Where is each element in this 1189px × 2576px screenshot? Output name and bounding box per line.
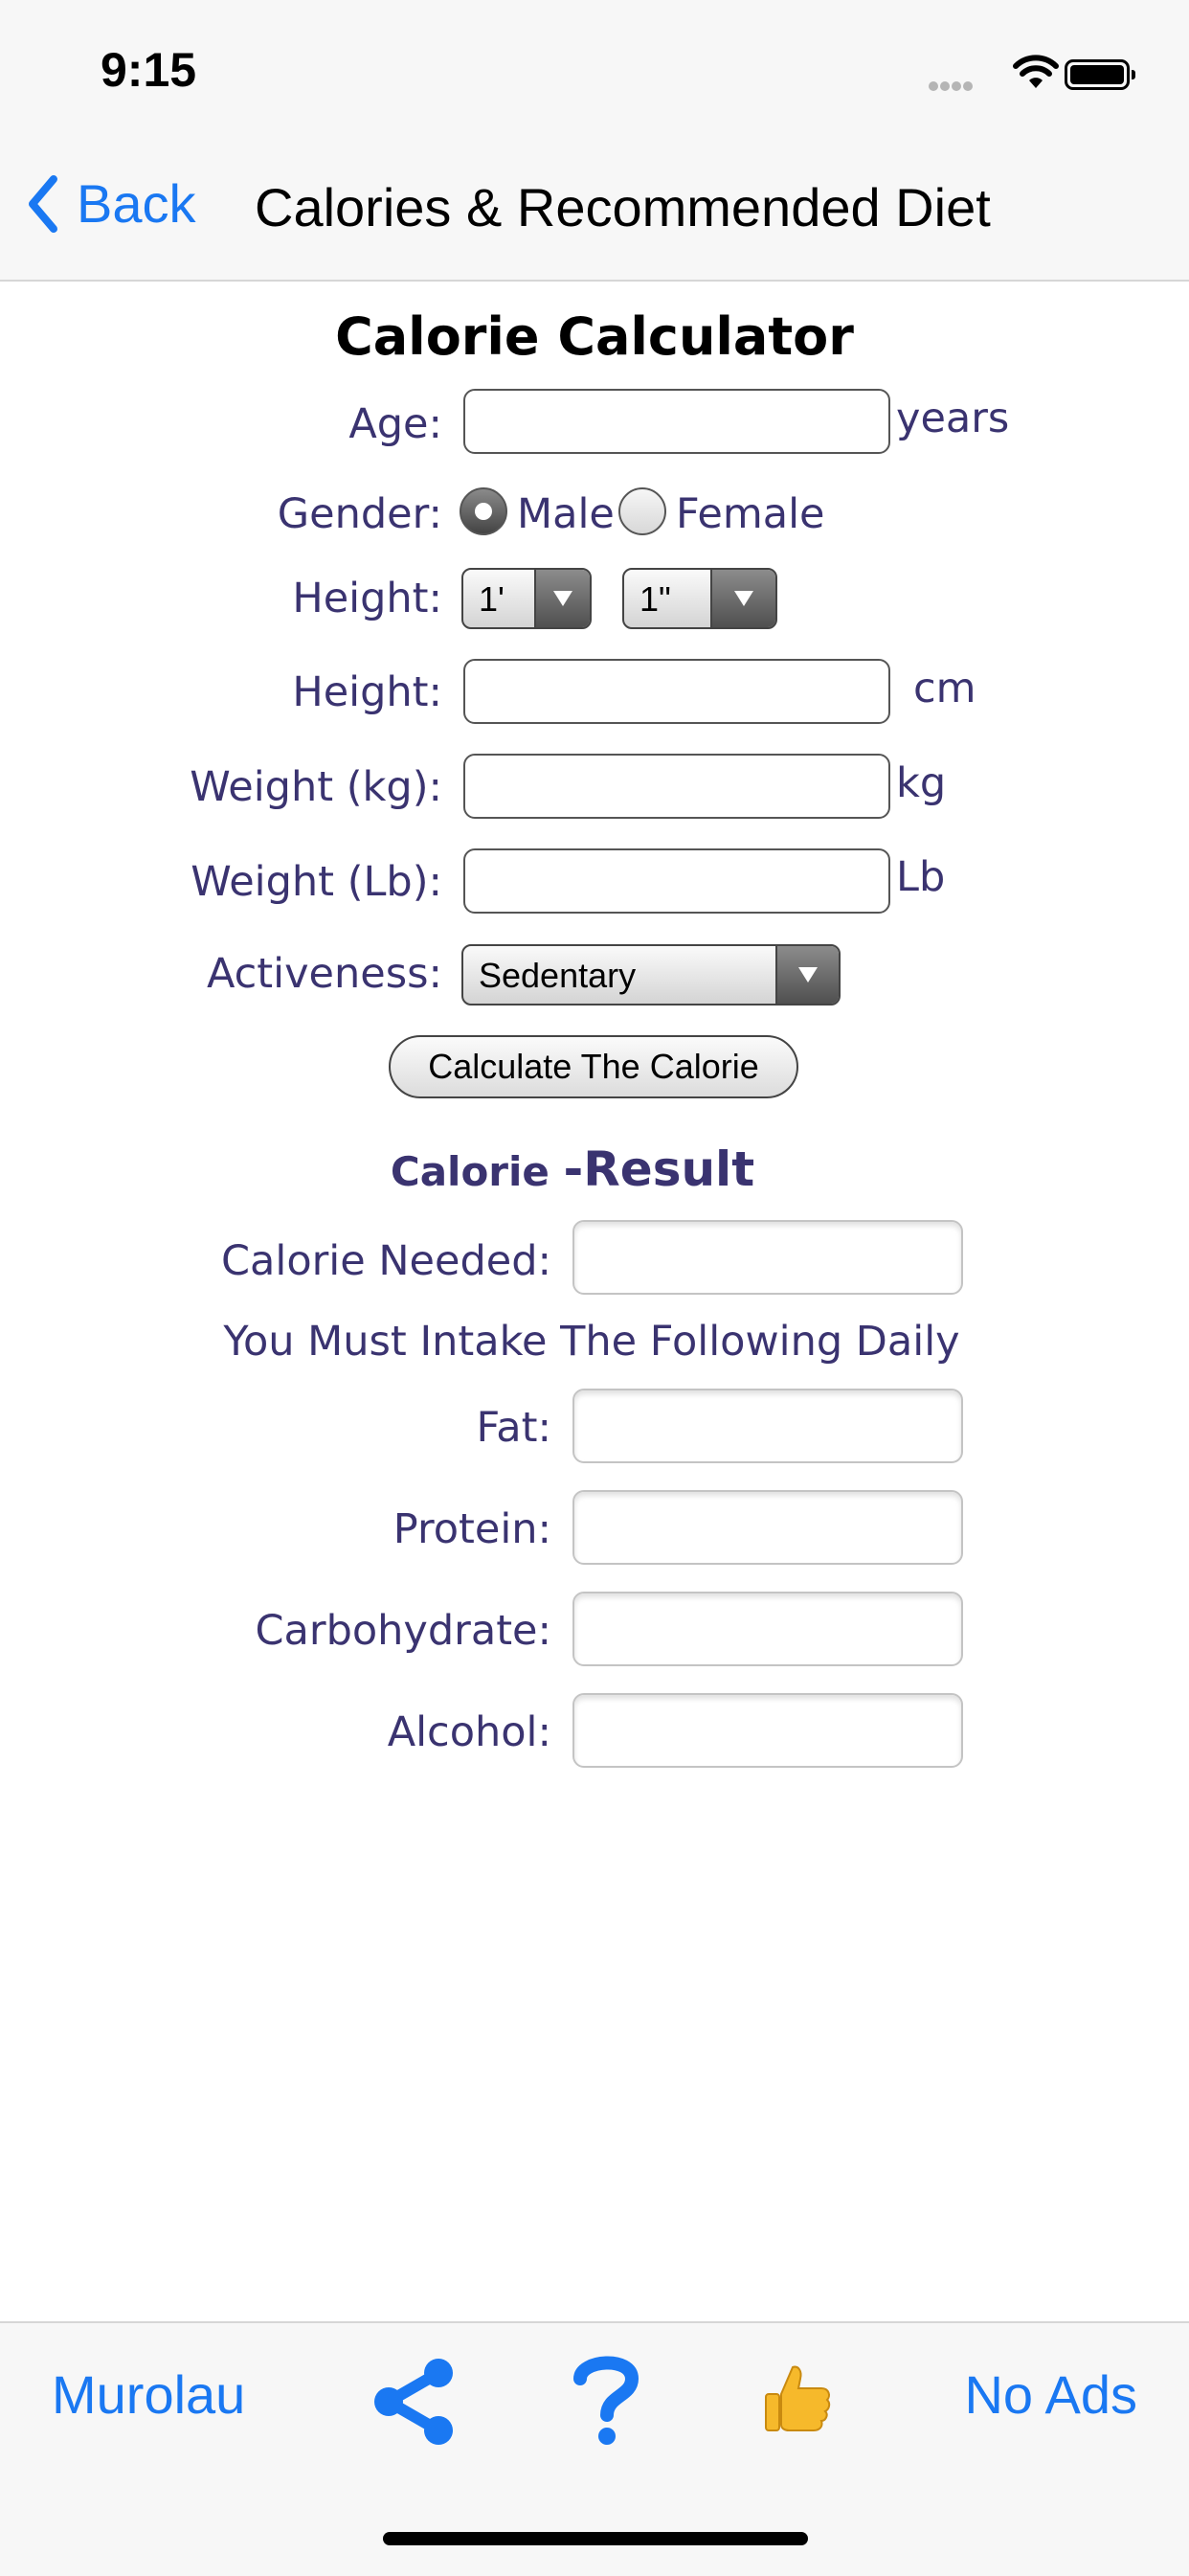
carbohydrate-label: Carbohydrate: — [255, 1607, 551, 1655]
calculate-button[interactable]: Calculate The Calorie — [389, 1035, 798, 1098]
page-title: Calories & Recommended Diet — [255, 177, 991, 237]
signal-icon — [929, 77, 975, 95]
weight-lb-input[interactable] — [463, 848, 890, 914]
dropdown-arrow-icon — [710, 570, 775, 627]
back-label: Back — [77, 173, 196, 234]
calculator-heading: Calorie Calculator — [335, 306, 854, 367]
alcohol-label: Alcohol: — [387, 1708, 551, 1756]
gender-male-radio[interactable] — [460, 487, 507, 535]
protein-field[interactable] — [572, 1490, 963, 1565]
age-label: Age: — [348, 400, 442, 448]
activeness-label: Activeness: — [206, 950, 442, 998]
gender-female-label[interactable]: Female — [676, 490, 824, 538]
battery-icon — [1065, 59, 1135, 90]
calorie-needed-field[interactable] — [572, 1220, 963, 1295]
activeness-select[interactable]: Sedentary — [461, 944, 841, 1006]
age-input[interactable] — [463, 389, 890, 454]
result-title-part2: -Result — [563, 1141, 755, 1197]
fat-label: Fat: — [476, 1404, 551, 1452]
gender-female-radio[interactable] — [618, 487, 666, 535]
thumbs-up-icon[interactable] — [760, 2361, 833, 2434]
height-inches-select[interactable]: 1" — [622, 568, 777, 629]
weight-kg-unit: kg — [896, 759, 947, 807]
top-bar: 9:15 Back Calories & Recommended Diet — [0, 0, 1189, 282]
dropdown-arrow-icon — [534, 570, 590, 627]
weight-lb-label: Weight (Lb): — [191, 858, 442, 906]
status-time: 9:15 — [101, 43, 197, 97]
height-cm-label: Height: — [292, 668, 442, 716]
back-button[interactable]: Back — [25, 172, 196, 235]
height-inches-value: 1" — [639, 579, 671, 619]
height-feet-value: 1' — [479, 579, 505, 619]
fat-field[interactable] — [572, 1389, 963, 1463]
murolau-button[interactable]: Murolau — [52, 2363, 245, 2426]
weight-kg-input[interactable] — [463, 754, 890, 819]
intake-text: You Must Intake The Following Daily — [223, 1318, 960, 1366]
question-icon[interactable] — [571, 2352, 641, 2448]
gender-male-label[interactable]: Male — [517, 490, 615, 538]
result-title: Calorie -Result — [0, 1141, 1145, 1197]
age-unit: years — [896, 395, 1010, 442]
weight-lb-unit: Lb — [896, 853, 946, 901]
dropdown-arrow-icon — [775, 946, 839, 1004]
no-ads-button[interactable]: No Ads — [964, 2363, 1137, 2426]
chevron-left-icon — [29, 174, 57, 233]
weight-kg-label: Weight (kg): — [190, 763, 442, 811]
activeness-value: Sedentary — [479, 956, 637, 995]
result-title-part1: Calorie — [390, 1148, 564, 1195]
share-icon[interactable] — [366, 2356, 461, 2448]
height-cm-unit: cm — [913, 665, 976, 712]
wifi-icon — [1013, 55, 1059, 88]
calorie-needed-label: Calorie Needed: — [221, 1237, 551, 1285]
home-indicator — [383, 2532, 808, 2545]
carbohydrate-field[interactable] — [572, 1592, 963, 1666]
alcohol-field[interactable] — [572, 1693, 963, 1768]
height-label: Height: — [292, 575, 442, 622]
height-feet-select[interactable]: 1' — [461, 568, 592, 629]
gender-label: Gender: — [277, 490, 442, 538]
height-cm-input[interactable] — [463, 659, 890, 724]
protein-label: Protein: — [393, 1505, 551, 1553]
